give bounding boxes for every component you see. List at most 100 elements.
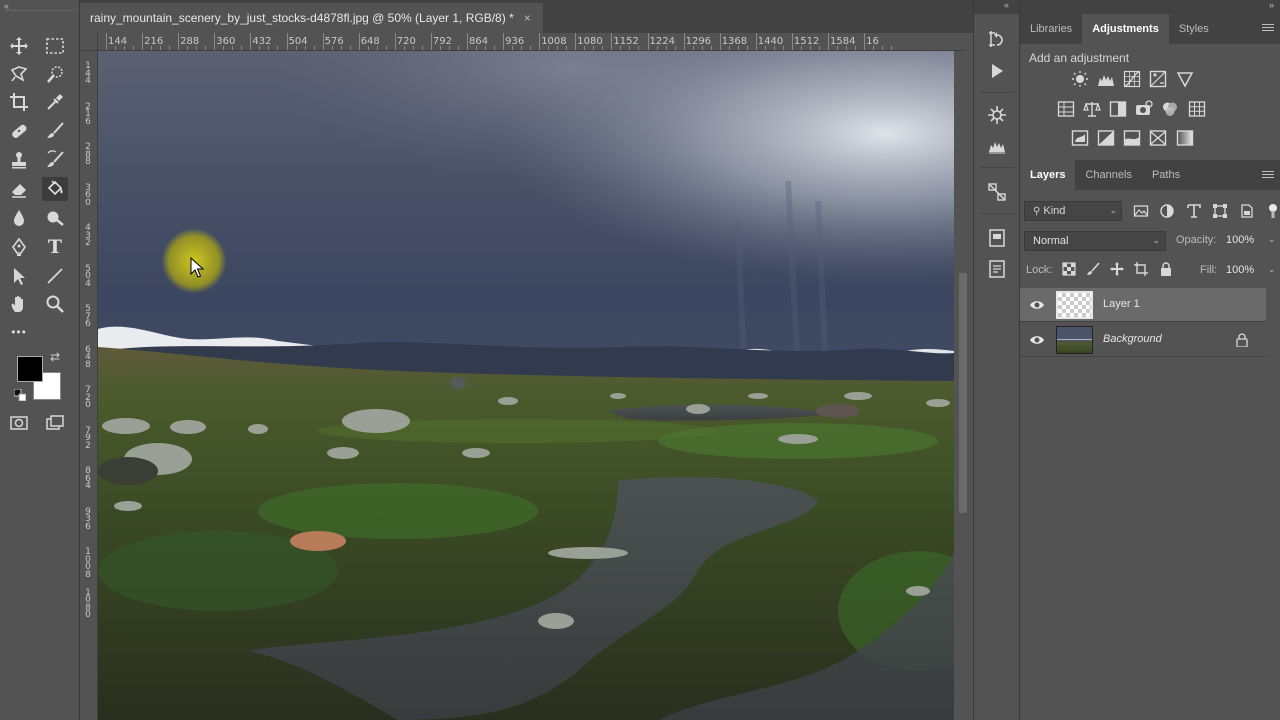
panel-collapse-strip[interactable]: » bbox=[1020, 0, 1280, 14]
threshold-button[interactable] bbox=[1122, 129, 1142, 147]
move-tool[interactable] bbox=[6, 34, 32, 58]
layer-name[interactable]: Background bbox=[1103, 333, 1162, 345]
histogram-panel-button[interactable] bbox=[985, 134, 1009, 158]
edit-toolbar-button[interactable]: ••• bbox=[6, 320, 32, 344]
ruler-label: 792 bbox=[85, 425, 91, 451]
marquee-tool[interactable] bbox=[42, 34, 68, 58]
lock-icon[interactable] bbox=[1236, 333, 1248, 347]
blur-tool[interactable] bbox=[6, 206, 32, 230]
quick-select-tool[interactable] bbox=[42, 62, 68, 86]
ruler-label: 1224 bbox=[649, 36, 675, 47]
type-tool[interactable]: T bbox=[42, 235, 68, 259]
line-tool[interactable] bbox=[42, 264, 68, 288]
lock-all-icon[interactable] bbox=[1159, 262, 1173, 276]
quick-mask-button[interactable] bbox=[6, 411, 32, 435]
default-colors-icon[interactable] bbox=[14, 389, 26, 401]
curves-button[interactable] bbox=[1122, 70, 1142, 88]
smart-object-filter-icon[interactable] bbox=[1239, 203, 1255, 219]
scrollbar-thumb[interactable] bbox=[959, 273, 967, 513]
brightness-contrast-button[interactable] bbox=[1070, 70, 1090, 88]
pen-tool[interactable] bbox=[6, 235, 32, 259]
exposure-button[interactable] bbox=[1148, 70, 1168, 88]
vertical-ruler[interactable]: 144 216 288 360 432 504 576 648 720 792 864 936 1008… bbox=[80, 51, 98, 720]
opacity-chevron-icon[interactable]: ⌄ bbox=[1268, 234, 1276, 245]
history-brush-tool[interactable] bbox=[42, 148, 68, 172]
panel-menu-icon[interactable] bbox=[1262, 22, 1274, 33]
path-select-tool[interactable] bbox=[6, 264, 32, 288]
photo-filter-button[interactable] bbox=[1134, 100, 1154, 118]
blend-mode-select[interactable]: Normal ⌄ bbox=[1024, 231, 1166, 251]
hand-tool[interactable] bbox=[6, 292, 32, 316]
tab-adjustments[interactable]: Adjustments bbox=[1082, 14, 1169, 44]
eye-icon[interactable] bbox=[1029, 297, 1045, 313]
color-lookup-button[interactable] bbox=[1187, 100, 1207, 118]
document-tab[interactable]: rainy_mountain_scenery_by_just_stocks-d4… bbox=[80, 3, 543, 33]
gradient-map-button[interactable] bbox=[1175, 129, 1195, 147]
lasso-tool[interactable] bbox=[6, 62, 32, 86]
screen-mode-button[interactable] bbox=[42, 411, 68, 435]
history-panel-button[interactable] bbox=[985, 27, 1009, 51]
eyedropper-tool[interactable] bbox=[42, 90, 68, 114]
tab-layers[interactable]: Layers bbox=[1020, 160, 1076, 190]
color-balance-button[interactable] bbox=[1082, 100, 1102, 118]
fill-chevron-icon[interactable]: ⌄ bbox=[1268, 264, 1276, 275]
stamp-tool[interactable] bbox=[6, 148, 32, 172]
ruler-origin[interactable] bbox=[80, 33, 98, 51]
lock-position-icon[interactable] bbox=[1110, 262, 1124, 276]
hue-saturation-button[interactable] bbox=[1056, 100, 1076, 118]
tab-styles[interactable]: Styles bbox=[1169, 14, 1219, 44]
toolbar-grip[interactable] bbox=[6, 10, 74, 12]
zoom-tool[interactable] bbox=[42, 292, 68, 316]
layer-filter-kind-select[interactable]: ⚲ Kind ⌄ bbox=[1024, 201, 1122, 221]
dock-header[interactable]: « bbox=[974, 0, 1019, 14]
posterize-button[interactable] bbox=[1096, 129, 1116, 147]
layer-thumbnail[interactable] bbox=[1056, 291, 1093, 319]
crop-tool[interactable] bbox=[6, 90, 32, 114]
actions-panel-button[interactable] bbox=[985, 59, 1009, 83]
type-layer-filter-icon[interactable] bbox=[1186, 203, 1202, 219]
collapse-panels-icon[interactable]: » bbox=[1269, 0, 1274, 10]
channel-mixer-button[interactable] bbox=[1160, 100, 1180, 118]
vertical-scrollbar[interactable] bbox=[954, 51, 973, 720]
tab-libraries[interactable]: Libraries bbox=[1020, 14, 1082, 44]
tab-paths[interactable]: Paths bbox=[1142, 160, 1190, 190]
panel-menu-icon[interactable] bbox=[1262, 169, 1274, 180]
exposure-icon bbox=[1149, 70, 1167, 88]
tab-channels[interactable]: Channels bbox=[1075, 160, 1141, 190]
paint-bucket-tool[interactable] bbox=[42, 177, 68, 201]
notes-panel-button[interactable] bbox=[985, 257, 1009, 281]
lock-image-pixels-icon[interactable] bbox=[1086, 262, 1100, 276]
lock-artboard-icon[interactable] bbox=[1134, 262, 1148, 276]
levels-button[interactable] bbox=[1096, 70, 1116, 88]
pixel-layer-filter-icon[interactable] bbox=[1133, 203, 1149, 219]
libraries-panel-button[interactable] bbox=[985, 226, 1009, 250]
black-white-button[interactable] bbox=[1108, 100, 1128, 118]
layer-row[interactable]: Layer 1 bbox=[1020, 288, 1266, 322]
layer-name[interactable]: Layer 1 bbox=[1103, 298, 1140, 310]
fill-input[interactable]: 100% bbox=[1226, 264, 1254, 276]
brush-icon bbox=[47, 122, 64, 138]
filter-toggle-icon[interactable] bbox=[1265, 203, 1280, 219]
layer-row[interactable]: Background bbox=[1020, 323, 1266, 357]
lock-transparent-pixels-icon[interactable] bbox=[1062, 262, 1076, 276]
paths-panel-button[interactable] bbox=[985, 180, 1009, 204]
vibrance-button[interactable] bbox=[1175, 70, 1195, 88]
brush-tool[interactable] bbox=[42, 119, 68, 143]
horizontal-ruler[interactable]: 144 216 288 360 432 504 576 648 720 792 864 936 1008… bbox=[98, 33, 966, 51]
layer-thumbnail[interactable] bbox=[1056, 326, 1093, 354]
image-canvas[interactable] bbox=[98, 51, 954, 720]
dodge-tool[interactable] bbox=[42, 206, 68, 230]
eraser-tool[interactable] bbox=[6, 177, 32, 201]
opacity-input[interactable]: 100% bbox=[1226, 234, 1254, 246]
shape-layer-filter-icon[interactable] bbox=[1212, 203, 1228, 219]
foreground-color-swatch[interactable] bbox=[17, 356, 43, 382]
invert-button[interactable] bbox=[1070, 129, 1090, 147]
adjustment-layer-filter-icon[interactable] bbox=[1159, 203, 1175, 219]
eye-icon[interactable] bbox=[1029, 332, 1045, 348]
healing-tool[interactable] bbox=[6, 119, 32, 143]
selective-color-button[interactable] bbox=[1148, 129, 1168, 147]
close-icon[interactable]: × bbox=[524, 11, 531, 25]
expand-dock-icon[interactable]: « bbox=[1004, 0, 1009, 10]
properties-panel-button[interactable] bbox=[985, 103, 1009, 127]
swap-colors-icon[interactable]: ⇄ bbox=[50, 350, 60, 364]
